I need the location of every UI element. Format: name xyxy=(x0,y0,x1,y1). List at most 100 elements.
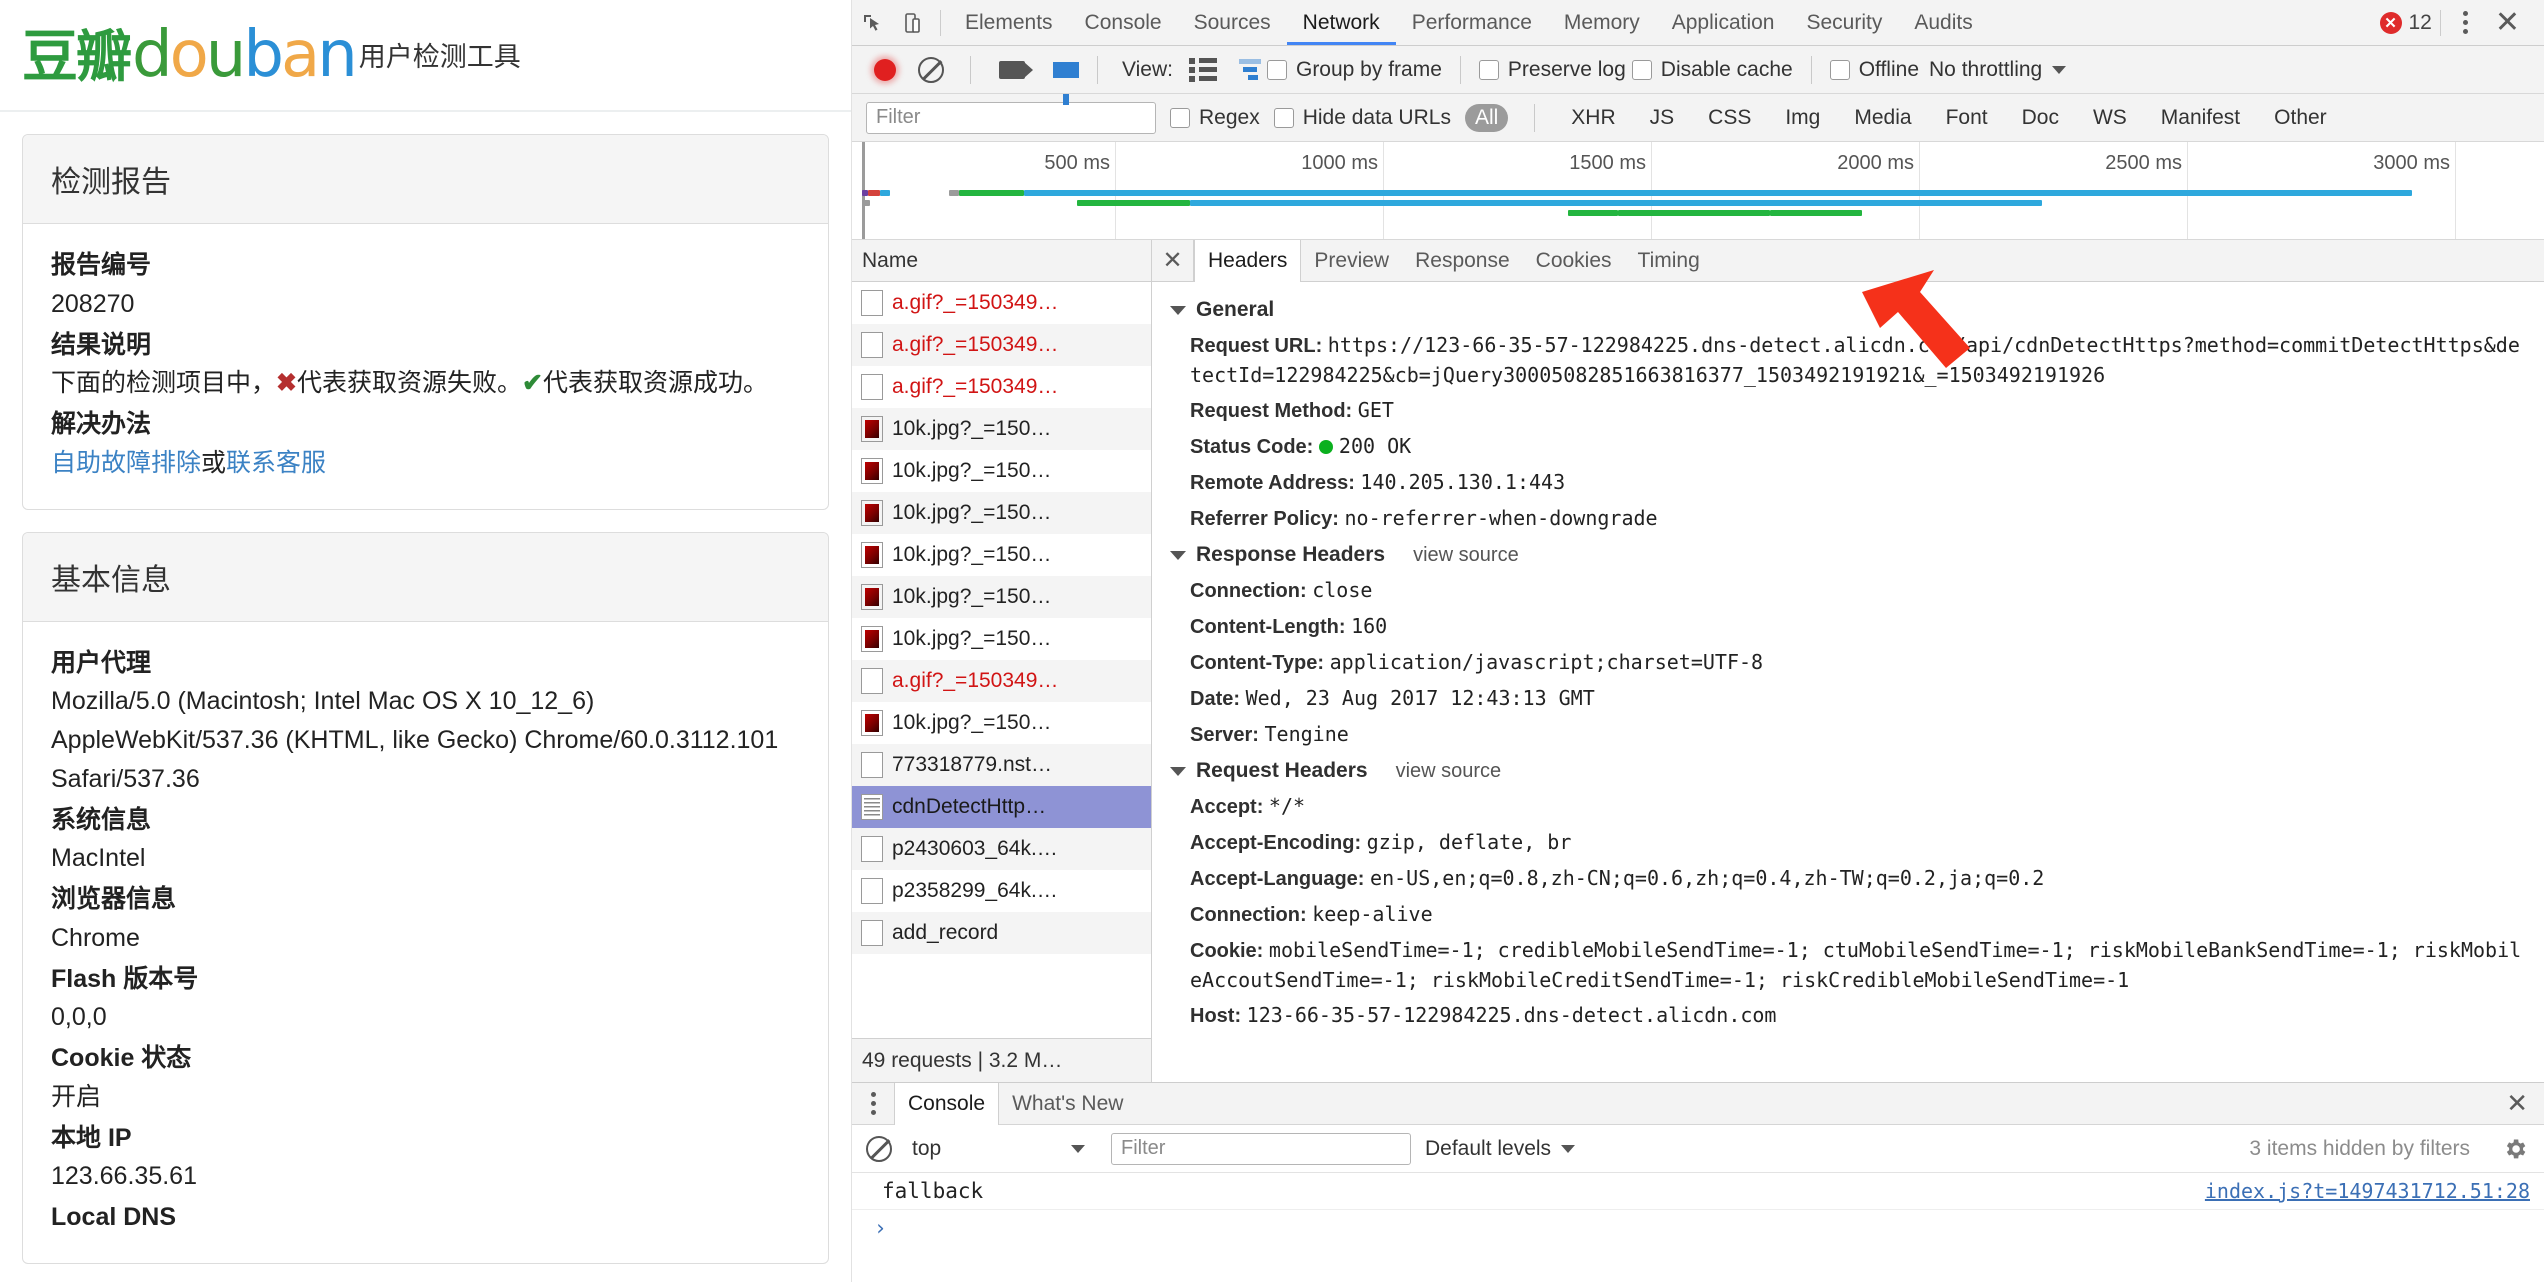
inspect-element-icon[interactable] xyxy=(852,7,892,39)
device-toolbar-icon[interactable] xyxy=(892,7,932,39)
drawer-tab-whats-new[interactable]: What's New xyxy=(999,1083,1136,1124)
network-overview-timeline[interactable]: 500 ms 1000 ms 1500 ms 2000 ms 2500 ms 3… xyxy=(852,142,2544,240)
more-options-icon[interactable] xyxy=(2449,11,2483,34)
request-row[interactable]: a.gif?_=150349… xyxy=(852,660,1151,702)
hide-data-urls-checkbox[interactable]: Hide data URLs xyxy=(1273,106,1451,130)
request-row[interactable]: 10k.jpg?_=150… xyxy=(852,408,1151,450)
type-filter-ws[interactable]: WS xyxy=(2083,104,2137,132)
type-filter-all[interactable]: All xyxy=(1464,103,1509,132)
console-context-select[interactable]: top xyxy=(912,1137,1097,1161)
tab-performance[interactable]: Performance xyxy=(1396,0,1548,45)
headers-section-title[interactable]: Response Headers view source xyxy=(1152,537,2544,573)
headers-section-title[interactable]: Request Headers view source xyxy=(1152,753,2544,789)
request-name: 10k.jpg?_=150… xyxy=(892,711,1052,734)
close-detail-icon[interactable]: ✕ xyxy=(1152,240,1194,281)
header-value: 160 xyxy=(1351,614,1388,638)
request-row[interactable]: p2430603_64k.… xyxy=(852,828,1151,870)
request-name: a.gif?_=150349… xyxy=(892,669,1059,692)
offline-checkbox[interactable]: Offline xyxy=(1829,58,1919,82)
drawer-tab-console[interactable]: Console xyxy=(894,1083,1000,1125)
tab-audits[interactable]: Audits xyxy=(1898,0,1988,45)
detail-tab-headers[interactable]: Headers xyxy=(1194,240,1302,282)
detail-tab-timing[interactable]: Timing xyxy=(1625,240,1713,281)
type-filter-img[interactable]: Img xyxy=(1775,104,1830,132)
waterfall-view-icon[interactable] xyxy=(1238,59,1261,80)
offline-box[interactable] xyxy=(1829,59,1850,80)
type-filter-font[interactable]: Font xyxy=(1936,104,1998,132)
request-row[interactable]: 10k.jpg?_=150… xyxy=(852,618,1151,660)
douban-detection-page: 豆瓣 douban 用户检测工具 检测报告 报告编号 208270 结果说明 下… xyxy=(0,0,852,1282)
tab-network[interactable]: Network xyxy=(1287,0,1396,45)
group-by-frame-box[interactable] xyxy=(1266,59,1287,80)
view-source-link[interactable]: view source xyxy=(1396,760,1502,783)
type-filter-other[interactable]: Other xyxy=(2264,104,2337,132)
clear-network-log-icon[interactable] xyxy=(918,56,944,83)
contact-support-link[interactable]: 联系客服 xyxy=(226,449,326,477)
drawer-more-options-icon[interactable] xyxy=(852,1092,894,1115)
regex-checkbox[interactable]: Regex xyxy=(1170,106,1260,130)
tab-application[interactable]: Application xyxy=(1656,0,1791,45)
view-source-link[interactable]: view source xyxy=(1413,544,1519,567)
close-devtools-icon[interactable]: ✕ xyxy=(2483,7,2532,38)
console-prompt[interactable]: › xyxy=(852,1210,2544,1246)
request-row[interactable]: 773318779.nst… xyxy=(852,744,1151,786)
request-list-header[interactable]: Name xyxy=(852,240,1151,282)
detail-tab-response[interactable]: Response xyxy=(1402,240,1523,281)
self-help-link[interactable]: 自助故障排除 xyxy=(51,449,201,477)
request-rows-container[interactable]: a.gif?_=150349… a.gif?_=150349… a.gif?_=15… xyxy=(852,282,1151,1038)
capture-screenshots-icon[interactable] xyxy=(999,60,1033,79)
request-row[interactable]: cdnDetectHttp… xyxy=(852,786,1151,828)
type-filter-css[interactable]: CSS xyxy=(1698,104,1761,132)
detail-tab-cookies[interactable]: Cookies xyxy=(1523,240,1625,281)
type-filter-media[interactable]: Media xyxy=(1844,104,1921,132)
type-filter-js[interactable]: JS xyxy=(1640,104,1685,132)
flash-version-label: Flash 版本号 xyxy=(51,964,199,993)
overview-tick-3000: 3000 ms xyxy=(2373,142,2456,239)
header-row: Content-Length: 160 xyxy=(1152,609,2544,645)
hide-data-urls-box[interactable] xyxy=(1273,107,1294,128)
gear-icon[interactable] xyxy=(2502,1136,2528,1162)
network-main: Name a.gif?_=150349… a.gif?_=150349… a.gif… xyxy=(852,240,2544,1082)
console-filter-input[interactable]: Filter xyxy=(1111,1132,1411,1165)
request-row[interactable]: a.gif?_=150349… xyxy=(852,366,1151,408)
close-drawer-icon[interactable]: ✕ xyxy=(2506,1088,2544,1119)
tab-console[interactable]: Console xyxy=(1069,0,1178,45)
tab-memory[interactable]: Memory xyxy=(1548,0,1656,45)
douban-logo[interactable]: 豆瓣 douban 用户检测工具 xyxy=(22,23,521,87)
disable-cache-box[interactable] xyxy=(1631,59,1652,80)
group-by-frame-checkbox[interactable]: Group by frame xyxy=(1266,58,1442,82)
request-row[interactable]: 10k.jpg?_=150… xyxy=(852,492,1151,534)
request-row[interactable]: add_record xyxy=(852,912,1151,954)
request-row[interactable]: 10k.jpg?_=150… xyxy=(852,450,1151,492)
regex-box[interactable] xyxy=(1170,107,1190,128)
request-row[interactable]: 10k.jpg?_=150… xyxy=(852,534,1151,576)
detail-tab-preview[interactable]: Preview xyxy=(1301,240,1402,281)
network-filter-input[interactable]: Filter xyxy=(866,101,1156,134)
throttling-select[interactable]: No throttling xyxy=(1929,58,2067,82)
tab-sources[interactable]: Sources xyxy=(1178,0,1287,45)
console-levels-select[interactable]: Default levels xyxy=(1425,1137,1576,1161)
headers-section-title[interactable]: General xyxy=(1152,292,2544,328)
result-mid: 代表获取资源失败。 xyxy=(296,369,522,398)
filter-icon[interactable] xyxy=(1053,61,1079,105)
type-filter-doc[interactable]: Doc xyxy=(2012,104,2069,132)
list-view-icon[interactable] xyxy=(1188,57,1217,82)
record-button[interactable] xyxy=(874,58,896,81)
tab-security[interactable]: Security xyxy=(1790,0,1898,45)
header-row: Remote Address: 140.205.130.1:443 xyxy=(1152,465,2544,501)
request-row[interactable]: a.gif?_=150349… xyxy=(852,324,1151,366)
type-filter-manifest[interactable]: Manifest xyxy=(2151,104,2250,132)
request-row[interactable]: a.gif?_=150349… xyxy=(852,282,1151,324)
disable-cache-checkbox[interactable]: Disable cache xyxy=(1631,58,1793,82)
error-count-badge[interactable]: ✕ 12 xyxy=(2379,10,2432,35)
tab-elements[interactable]: Elements xyxy=(949,0,1069,45)
preserve-log-checkbox[interactable]: Preserve log xyxy=(1478,58,1626,82)
type-filter-xhr[interactable]: XHR xyxy=(1561,104,1625,132)
error-count-value: 12 xyxy=(2408,10,2432,34)
clear-console-icon[interactable] xyxy=(866,1135,892,1162)
console-message-source-link[interactable]: index.js?t=1497431712.51:28 xyxy=(2205,1179,2530,1203)
request-row[interactable]: 10k.jpg?_=150… xyxy=(852,576,1151,618)
preserve-log-box[interactable] xyxy=(1478,59,1499,80)
request-row[interactable]: p2358299_64k.… xyxy=(852,870,1151,912)
request-row[interactable]: 10k.jpg?_=150… xyxy=(852,702,1151,744)
